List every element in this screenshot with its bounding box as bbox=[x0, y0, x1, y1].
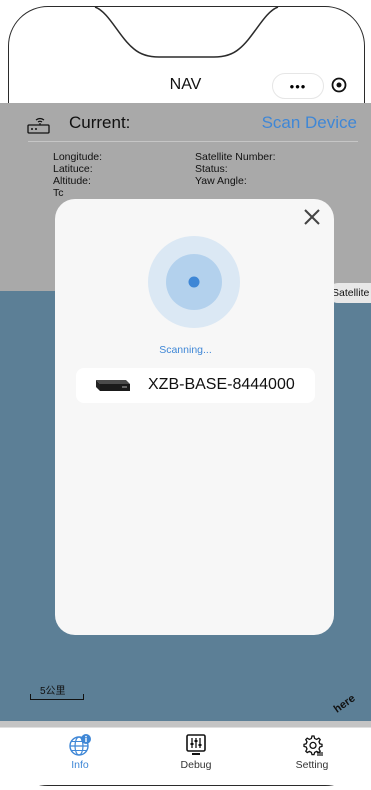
more-dots-icon: ••• bbox=[289, 78, 307, 94]
tab-setting[interactable]: Setting bbox=[272, 728, 352, 778]
more-options-button[interactable]: ••• bbox=[272, 73, 324, 99]
device-name: XZB-BASE-8444000 bbox=[148, 376, 295, 393]
close-icon[interactable] bbox=[303, 208, 321, 226]
gear-icon bbox=[303, 735, 323, 756]
phone-notch bbox=[94, 7, 279, 58]
router-icon bbox=[27, 117, 50, 134]
device-list-item[interactable]: XZB-BASE-8444000 bbox=[76, 368, 315, 403]
satellite-number-label: Satellite Number: bbox=[195, 151, 276, 163]
globe-info-icon bbox=[69, 734, 91, 756]
yaw-angle-label: Yaw Angle: bbox=[195, 175, 247, 187]
latitude-label: Latituce: bbox=[53, 163, 93, 175]
scan-device-button[interactable]: Scan Device bbox=[262, 113, 357, 133]
debug-sliders-icon bbox=[186, 734, 206, 755]
tab-info[interactable]: Info bbox=[40, 728, 120, 778]
current-row: Current: Scan Device bbox=[27, 113, 357, 137]
altitude-label: Altitude: bbox=[53, 175, 91, 187]
current-label: Current: bbox=[69, 113, 131, 132]
target-icon[interactable] bbox=[331, 77, 347, 93]
device-box-icon bbox=[96, 380, 130, 391]
partial-label: Tc bbox=[53, 187, 64, 199]
scanning-status: Scanning... bbox=[159, 344, 212, 356]
satellite-toggle[interactable]: Satellite bbox=[328, 283, 371, 303]
satellite-toggle-label: Satellite bbox=[332, 287, 370, 299]
map-scale-bar bbox=[30, 694, 84, 700]
scanning-radar-icon bbox=[148, 236, 240, 328]
status-label: Status: bbox=[195, 163, 228, 175]
tab-setting-label: Setting bbox=[295, 759, 329, 771]
tab-info-label: Info bbox=[71, 759, 89, 771]
divider bbox=[28, 141, 358, 142]
bottom-tab-bar: Info Debug Setting bbox=[0, 727, 371, 785]
tab-debug-label: Debug bbox=[180, 759, 212, 771]
tab-debug[interactable]: Debug bbox=[156, 728, 236, 778]
longitude-label: Longitude: bbox=[53, 151, 103, 163]
